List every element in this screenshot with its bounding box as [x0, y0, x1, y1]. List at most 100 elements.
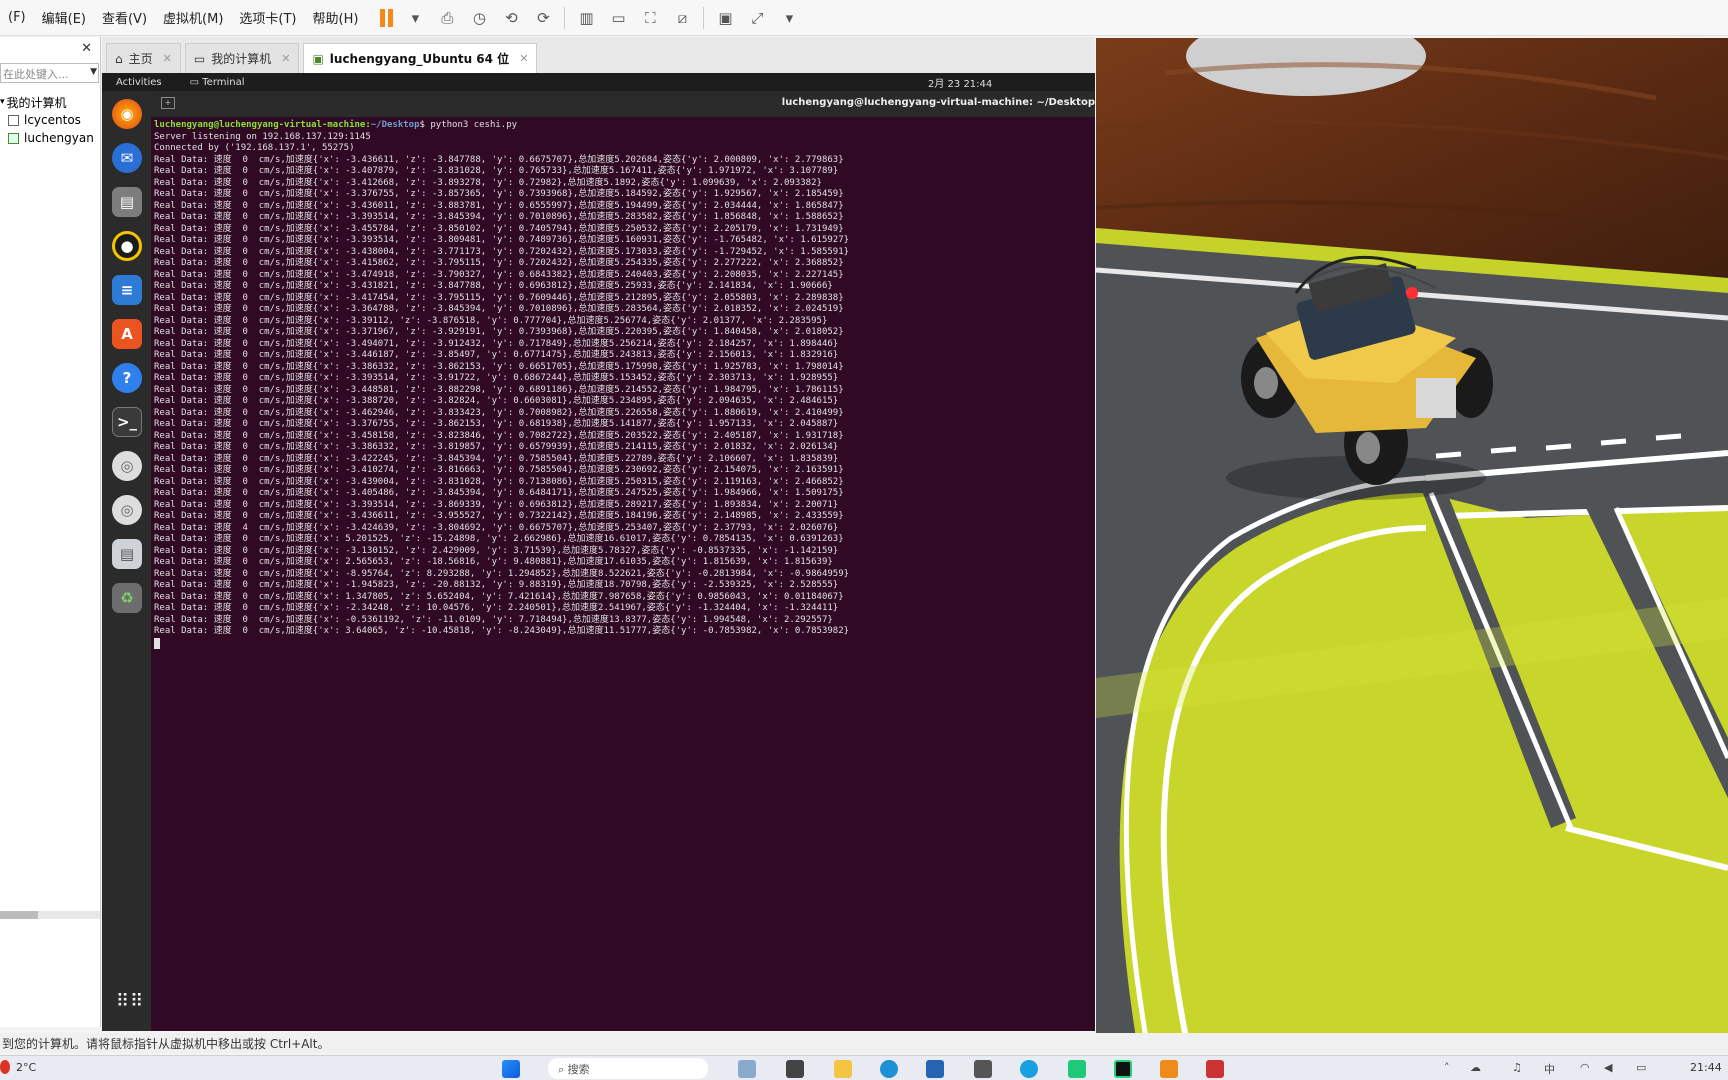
store-icon[interactable]: [926, 1060, 944, 1078]
tree-item-my-computer[interactable]: ▾ 我的计算机: [0, 93, 100, 111]
tray-speaker-icon[interactable]: ◀: [1604, 1061, 1612, 1074]
stretch-guest-icon[interactable]: ⤢: [746, 7, 768, 29]
close-icon[interactable]: ✕: [81, 41, 92, 56]
app-icon[interactable]: [1206, 1060, 1224, 1078]
close-icon[interactable]: ✕: [519, 52, 528, 65]
terminal-line: Real Data: 速度 0 cm/s,加速度{'x': -3.364788,…: [154, 304, 844, 314]
tab-label: 主页: [128, 52, 153, 66]
menu-view[interactable]: 查看(V): [94, 8, 155, 27]
console-view-icon[interactable]: ▣: [714, 7, 736, 29]
terminal-line: Real Data: 速度 0 cm/s,加速度{'x': -3.455784,…: [154, 223, 844, 234]
weather-temperature[interactable]: 2°C: [16, 1061, 36, 1074]
chevron-down-icon[interactable]: ▾: [778, 7, 800, 29]
terminal-line: Real Data: 速度 0 cm/s,加速度{'x': -1.945823,…: [154, 580, 839, 590]
vmware-icon[interactable]: [1160, 1060, 1178, 1078]
tab-ubuntu-vm[interactable]: ▣ luchengyang_Ubuntu 64 位 ✕: [303, 43, 538, 73]
terminal-line: Real Data: 速度 0 cm/s,加速度{'x': -3.436611,…: [154, 511, 844, 521]
snapshot-icon[interactable]: ◷: [468, 7, 490, 29]
task-view-icon[interactable]: [786, 1060, 804, 1078]
terminal-line: Real Data: 速度 0 cm/s,加速度{'x': -2.34248, …: [154, 603, 839, 613]
files-icon[interactable]: ▤: [112, 187, 142, 217]
taskbar-clock[interactable]: 21:44: [1690, 1061, 1722, 1074]
library-scrollbar[interactable]: [0, 911, 100, 919]
windows-start-icon[interactable]: [502, 1060, 520, 1078]
libreoffice-writer-icon[interactable]: ≡: [112, 275, 142, 305]
tray-cloud-icon[interactable]: ☁: [1470, 1061, 1481, 1074]
widgets-icon[interactable]: [738, 1060, 756, 1078]
terminal-line: Real Data: 速度 0 cm/s,加速度{'x': -3.388720,…: [154, 396, 839, 406]
tree-item-vm[interactable]: lcycentos: [0, 111, 100, 129]
terminal-app-menu[interactable]: ▭ Terminal: [190, 77, 245, 88]
tab-my-computer[interactable]: ▭ 我的计算机 ✕: [184, 43, 300, 73]
drive-icon[interactable]: ▤: [112, 539, 142, 569]
fullscreen-icon[interactable]: ⛶: [639, 7, 661, 29]
terminal-line: Real Data: 速度 0 cm/s,加速度{'x': -3.458158,…: [154, 430, 844, 441]
library-tree: ▾ 我的计算机 lcycentos luchengyan: [0, 93, 100, 147]
terminal-line: Real Data: 速度 0 cm/s,加速度{'x': 3.64065, '…: [154, 626, 850, 636]
chevron-down-icon[interactable]: ▾: [0, 97, 5, 107]
tab-home[interactable]: ⌂ 主页 ✕: [106, 43, 181, 73]
unity-icon[interactable]: ⧄: [671, 7, 693, 29]
terminal-output[interactable]: luchengyang@luchengyang-virtual-machine:…: [151, 117, 1095, 1031]
tray-input-method-icon[interactable]: 中: [1544, 1061, 1555, 1077]
close-icon[interactable]: ✕: [281, 52, 290, 65]
dvd-icon[interactable]: ◎: [112, 495, 142, 525]
file-explorer-icon[interactable]: [834, 1060, 852, 1078]
browser-icon[interactable]: [1020, 1060, 1038, 1078]
thumbnail-bar-icon[interactable]: ▭: [607, 7, 629, 29]
snapshot-manager-icon[interactable]: ⟳: [532, 7, 554, 29]
terminal-line: Real Data: 速度 0 cm/s,加速度{'x': -3.39112, …: [154, 315, 828, 326]
activities-button[interactable]: Activities: [116, 77, 162, 88]
edge-icon[interactable]: [880, 1060, 898, 1078]
terminal-line: Real Data: 速度 0 cm/s,加速度{'x': -3.376755,…: [154, 419, 839, 429]
ubuntu-software-icon[interactable]: A: [112, 319, 142, 349]
tray-wifi-icon[interactable]: ◠: [1580, 1061, 1590, 1074]
chevron-down-icon[interactable]: ▼: [90, 67, 97, 77]
help-icon[interactable]: ?: [112, 363, 142, 393]
library-search-input[interactable]: 在此处键入...: [0, 63, 99, 83]
pycharm-icon[interactable]: [1114, 1060, 1132, 1078]
settings-icon[interactable]: [974, 1060, 992, 1078]
robot-car-photo: [1096, 38, 1728, 1038]
terminal-line: Real Data: 速度 0 cm/s,加速度{'x': 1.347805, …: [154, 591, 844, 602]
tray-microphone-icon[interactable]: ♫: [1512, 1061, 1522, 1074]
monitor-icon: ▭: [193, 51, 206, 66]
tray-battery-icon[interactable]: ▭: [1636, 1061, 1646, 1074]
pause-icon[interactable]: [380, 8, 394, 27]
weather-alert-icon[interactable]: [0, 1060, 10, 1074]
trash-icon[interactable]: ♻: [112, 583, 142, 613]
terminal-line: Real Data: 速度 0 cm/s,加速度{'x': -3.415862,…: [154, 258, 844, 268]
terminal-icon[interactable]: >_: [112, 407, 142, 437]
rhythmbox-icon[interactable]: ●: [112, 231, 142, 261]
toolbar-divider: [703, 6, 705, 29]
tree-item-vm[interactable]: luchengyan: [0, 129, 100, 147]
terminal-line: Real Data: 速度 0 cm/s,加速度{'x': -3.438004,…: [154, 246, 850, 257]
close-icon[interactable]: ✕: [163, 52, 172, 65]
menu-tabs[interactable]: 选项卡(T): [231, 8, 304, 27]
vm-screen[interactable]: Activities ▭ Terminal 2月 23 21:44 ◉ ✉ ▤ …: [102, 73, 1095, 1031]
terminal-line: Real Data: 速度 0 cm/s,加速度{'x': -0.5361192…: [154, 614, 833, 625]
menu-vm[interactable]: 虚拟机(M): [155, 8, 231, 27]
tray-chevron-up-icon[interactable]: ˄: [1444, 1061, 1450, 1074]
thunderbird-icon[interactable]: ✉: [112, 143, 142, 173]
terminal-line: Real Data: 速度 0 cm/s,加速度{'x': -3.422245,…: [154, 453, 839, 464]
menu-help[interactable]: 帮助(H): [305, 8, 367, 27]
clock[interactable]: 2月 23 21:44: [928, 75, 992, 90]
library-view-icon[interactable]: ▥: [575, 7, 597, 29]
chevron-down-icon[interactable]: ▾: [404, 7, 426, 29]
menu-edit[interactable]: 编辑(E): [34, 8, 94, 27]
menu-file[interactable]: (F): [0, 10, 34, 25]
send-ctrl-alt-del-icon[interactable]: ⎙: [436, 7, 458, 29]
search-icon: ⌕: [558, 1063, 568, 1076]
terminal-line: Real Data: 速度 0 cm/s,加速度{'x': -8.95764, …: [154, 568, 850, 579]
terminal-line: Real Data: 速度 0 cm/s,加速度{'x': -3.431821,…: [154, 281, 833, 291]
dvd-icon[interactable]: ◎: [112, 451, 142, 481]
status-bar: 到您的计算机。请将鼠标指针从虚拟机中移出或按 Ctrl+Alt。: [0, 1033, 1728, 1053]
taskbar-search-box[interactable]: ⌕ 搜索: [548, 1058, 708, 1079]
firefox-icon[interactable]: ◉: [112, 99, 142, 129]
show-applications-icon[interactable]: ⠿⠿: [116, 993, 144, 1011]
tab-label: luchengyang_Ubuntu 64 位: [329, 52, 510, 66]
app-icon[interactable]: [1068, 1060, 1086, 1078]
new-tab-icon[interactable]: +: [161, 97, 175, 109]
revert-snapshot-icon[interactable]: ⟲: [500, 7, 522, 29]
